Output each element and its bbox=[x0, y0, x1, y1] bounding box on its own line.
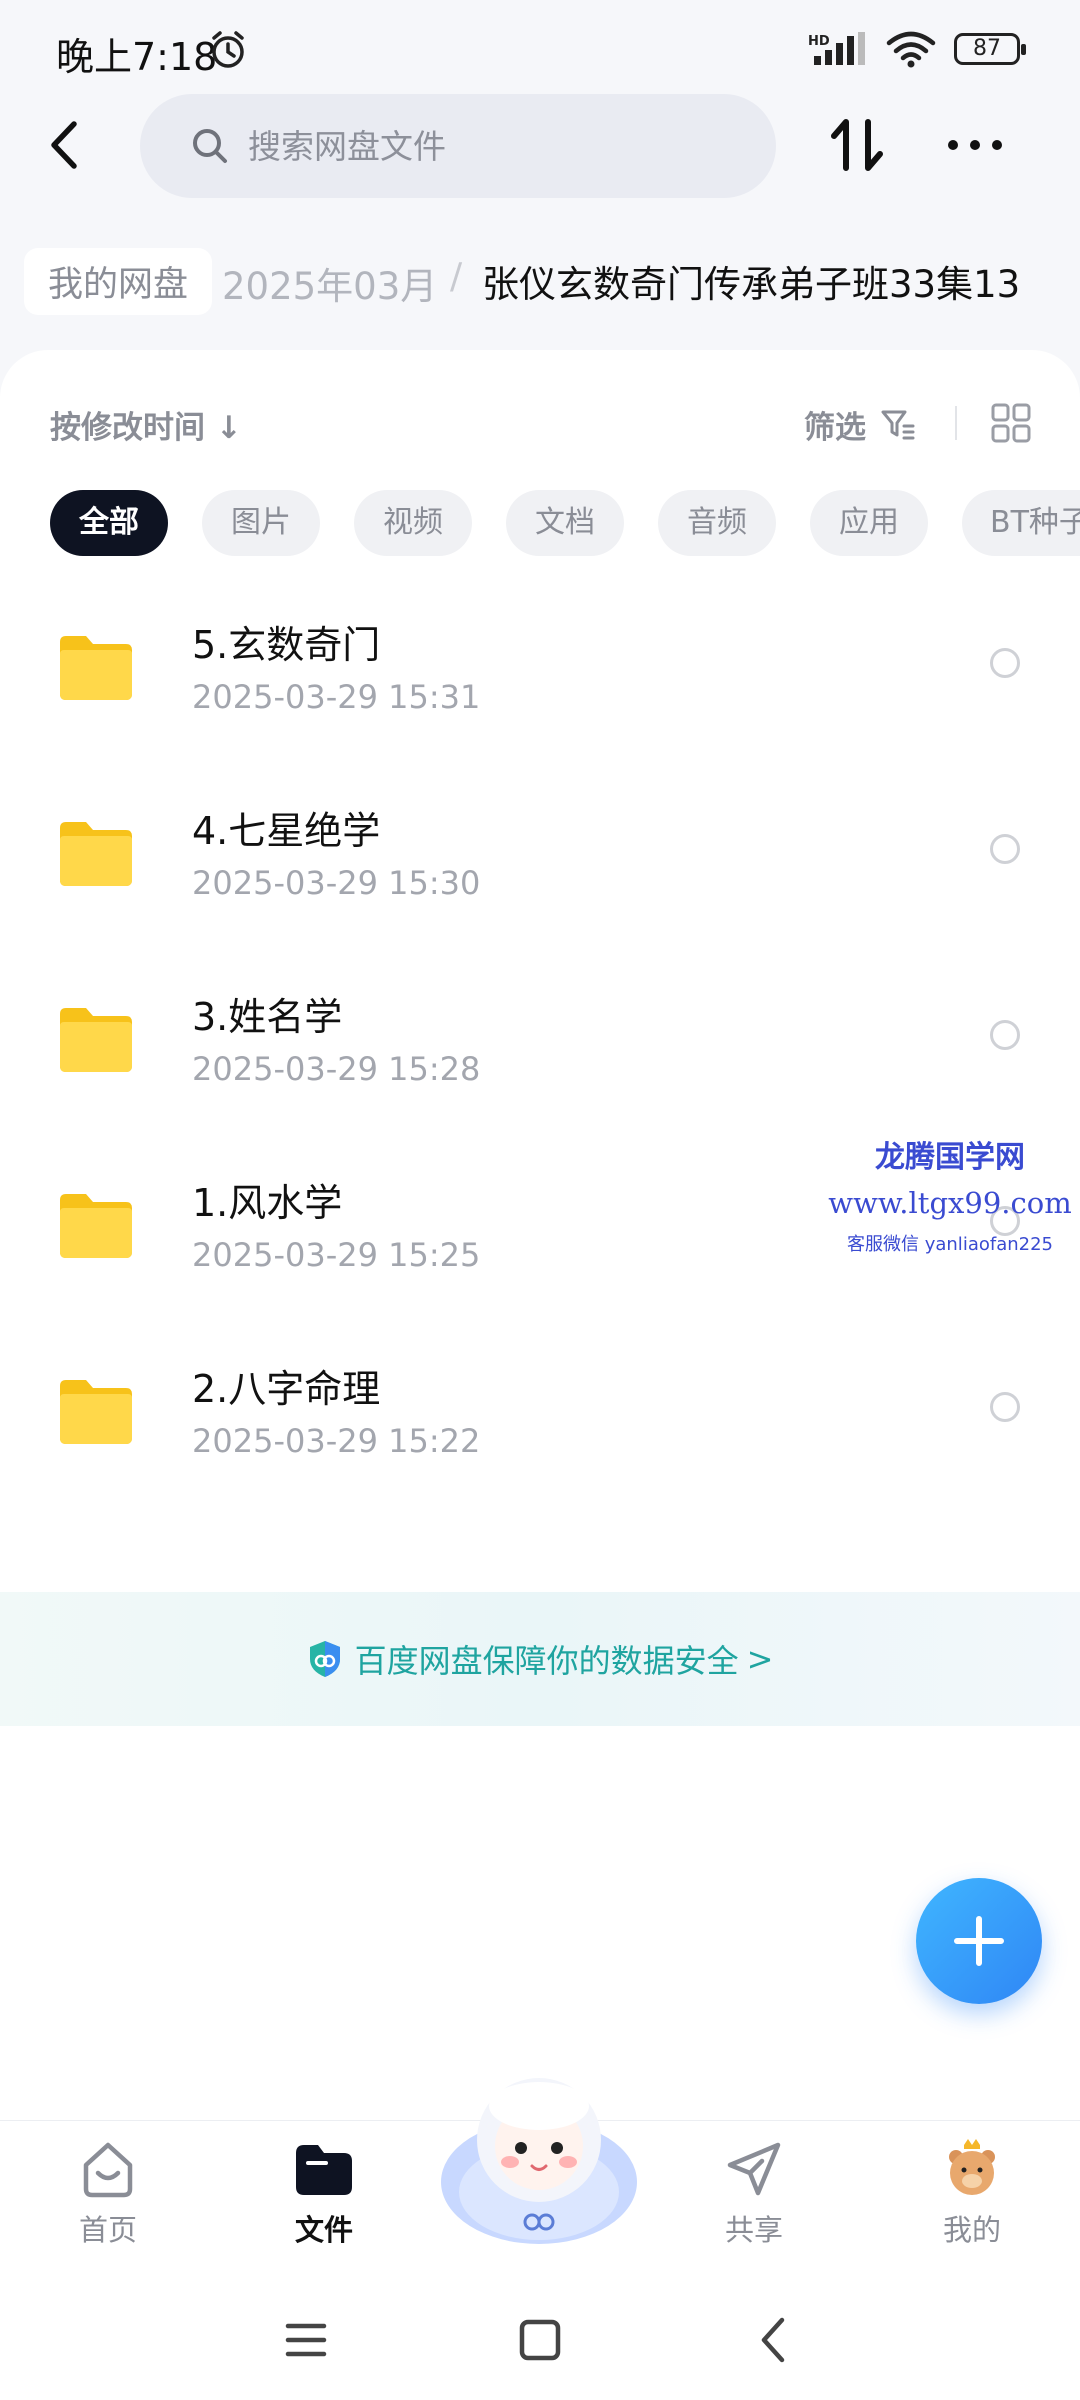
breadcrumb-separator: / bbox=[450, 256, 463, 297]
wifi-icon bbox=[886, 31, 936, 68]
network-label: HD bbox=[808, 34, 830, 49]
shield-icon bbox=[309, 1641, 340, 1677]
file-date: 2025-03-29 15:25 bbox=[192, 1236, 481, 1274]
security-text: 百度网盘保障你的数据安全 bbox=[354, 1642, 739, 1680]
file-date: 2025-03-29 15:30 bbox=[192, 864, 481, 902]
file-date: 2025-03-29 15:22 bbox=[192, 1422, 481, 1460]
file-name: 4.七星绝学 bbox=[192, 809, 381, 853]
home-nav-icon[interactable] bbox=[510, 2310, 570, 2370]
security-banner[interactable]: 百度网盘保障你的数据安全 > bbox=[0, 1592, 1080, 1726]
system-nav-bar bbox=[0, 2270, 1080, 2400]
mascot-assistant-icon[interactable] bbox=[436, 2062, 642, 2262]
tab-label: 我的 bbox=[942, 2213, 1001, 2247]
chevron-right-icon: > bbox=[746, 1640, 774, 1678]
top-bar bbox=[0, 90, 1080, 200]
breadcrumb-current: 张仪玄数奇门传承弟子班33集13 bbox=[482, 263, 1021, 306]
watermark: 龙腾国学网 www.ltgx99.com 客服微信 yanliaofan225 bbox=[820, 1132, 1080, 1256]
back-button[interactable] bbox=[30, 110, 100, 180]
tab-label: 共享 bbox=[724, 2213, 783, 2247]
signal-icon: HD bbox=[808, 32, 865, 65]
status-bar: 晚上7:18 HD 87 bbox=[0, 0, 1080, 100]
search-bar[interactable] bbox=[140, 94, 776, 198]
share-icon bbox=[727, 2142, 781, 2196]
search-input[interactable] bbox=[248, 126, 728, 166]
tab-label: 首页 bbox=[78, 2213, 137, 2247]
select-checkbox[interactable] bbox=[990, 834, 1020, 864]
category-chips: 全部 图片 视频 文档 音频 应用 BT种子 bbox=[50, 490, 1080, 556]
grid-view-icon[interactable] bbox=[990, 402, 1032, 444]
battery-indicator: 87 bbox=[954, 33, 1026, 65]
chip-all[interactable]: 全部 bbox=[50, 490, 168, 556]
chip-audio[interactable]: 音频 bbox=[658, 490, 776, 556]
breadcrumb: 我的网盘 2025年03月 / 张仪玄数奇门传承弟子班33集13 bbox=[0, 246, 1080, 326]
back-nav-icon[interactable] bbox=[744, 2310, 804, 2370]
folder-icon bbox=[60, 1194, 132, 1258]
breadcrumb-root[interactable]: 我的网盘 bbox=[24, 248, 213, 315]
status-icons: HD 87 bbox=[808, 30, 1026, 68]
toolbar-divider bbox=[955, 406, 957, 440]
chip-videos[interactable]: 视频 bbox=[354, 490, 472, 556]
file-row[interactable]: 5.玄数奇门 2025-03-29 15:31 bbox=[0, 588, 1080, 774]
file-date: 2025-03-29 15:28 bbox=[192, 1050, 481, 1088]
file-row[interactable]: 2.八字命理 2025-03-29 15:22 bbox=[0, 1332, 1080, 1518]
tab-home[interactable]: 首页 bbox=[38, 2137, 178, 2249]
folder-icon bbox=[296, 2145, 352, 2195]
select-checkbox[interactable] bbox=[990, 648, 1020, 678]
folder-icon bbox=[60, 636, 132, 700]
plus-icon bbox=[954, 1916, 1004, 1966]
file-name: 3.姓名学 bbox=[192, 995, 343, 1039]
watermark-title: 龙腾国学网 bbox=[875, 1140, 1025, 1175]
file-name: 1.风水学 bbox=[192, 1181, 343, 1225]
file-name: 2.八字命理 bbox=[192, 1367, 381, 1411]
sort-by-modified-time[interactable]: 按修改时间 ↓ bbox=[50, 402, 242, 447]
tab-share[interactable]: 共享 bbox=[684, 2137, 824, 2249]
alarm-icon bbox=[212, 31, 244, 68]
chip-images[interactable]: 图片 bbox=[202, 490, 320, 556]
filter-icon[interactable] bbox=[880, 406, 916, 442]
filter-button[interactable]: 筛选 bbox=[804, 402, 866, 447]
tab-profile[interactable]: 我的 bbox=[902, 2137, 1042, 2249]
tab-label: 文件 bbox=[294, 2213, 353, 2247]
folder-icon bbox=[60, 1380, 132, 1444]
chip-bt-torrents[interactable]: BT种子 bbox=[962, 490, 1080, 556]
watermark-contact: 客服微信 yanliaofan225 bbox=[847, 1234, 1053, 1255]
tab-files[interactable]: 文件 bbox=[254, 2137, 394, 2249]
home-icon bbox=[83, 2142, 133, 2198]
profile-avatar-icon bbox=[949, 2139, 995, 2195]
file-row[interactable]: 3.姓名学 2025-03-29 15:28 bbox=[0, 960, 1080, 1146]
folder-icon bbox=[60, 1008, 132, 1072]
folder-icon bbox=[60, 822, 132, 886]
breadcrumb-parent[interactable]: 2025年03月 bbox=[222, 256, 437, 310]
more-options-button[interactable] bbox=[940, 110, 1010, 180]
select-checkbox[interactable] bbox=[990, 1020, 1020, 1050]
chip-apps[interactable]: 应用 bbox=[810, 490, 928, 556]
search-icon bbox=[193, 129, 227, 163]
file-name: 5.玄数奇门 bbox=[192, 623, 381, 667]
chip-documents[interactable]: 文档 bbox=[506, 490, 624, 556]
file-date: 2025-03-29 15:31 bbox=[192, 678, 481, 716]
menu-icon[interactable] bbox=[276, 2310, 336, 2370]
status-time: 晚上7:18 bbox=[56, 35, 218, 79]
select-checkbox[interactable] bbox=[990, 1392, 1020, 1422]
file-row[interactable]: 4.七星绝学 2025-03-29 15:30 bbox=[0, 774, 1080, 960]
add-button[interactable] bbox=[916, 1878, 1042, 2004]
watermark-url: www.ltgx99.com bbox=[828, 1186, 1072, 1220]
sort-order-button[interactable] bbox=[822, 110, 892, 180]
